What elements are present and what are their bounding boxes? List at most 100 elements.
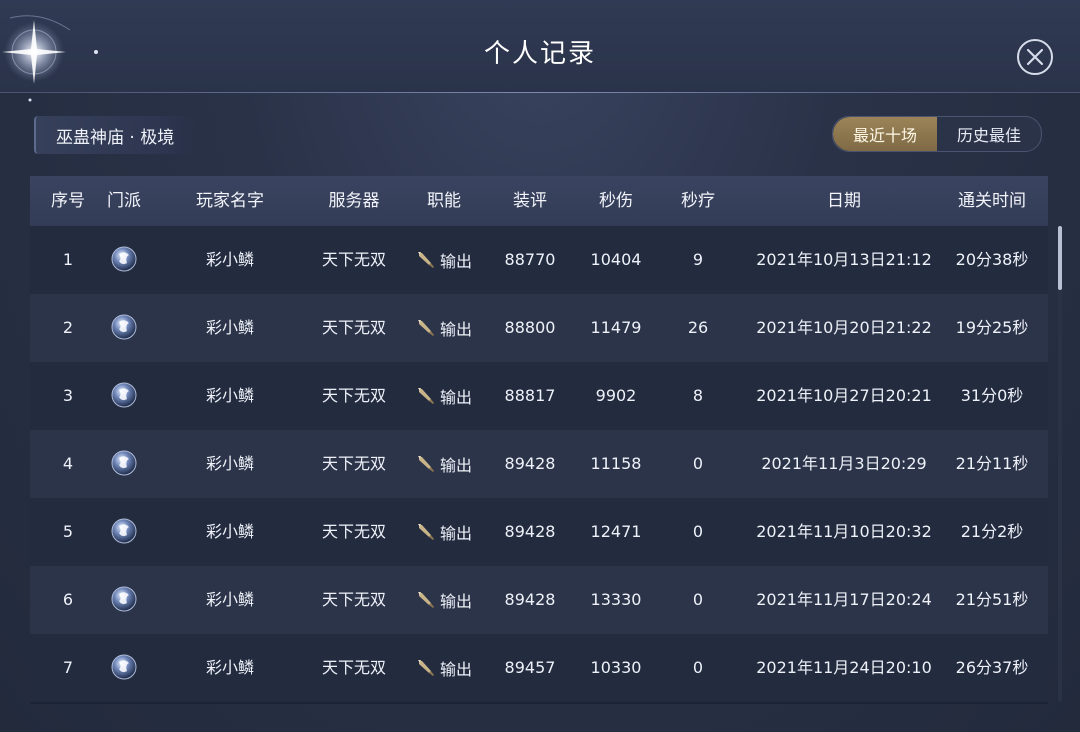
table-row[interactable]: 4 彩小鳞 天下无双 89428 11158 0 2021年11月3日20:29 21分11秒… xyxy=(30,430,1048,498)
table-row[interactable]: 2 彩小鳞 天下无双 88800 11479 26 2021年10月20日21:22 19分2… xyxy=(30,294,1048,362)
header-clear-time: 通关时间 xyxy=(958,191,1026,211)
table-row[interactable]: 3 彩小鳞 天下无双 88817 9902 8 2021年10月27日20:21 31分0秒 输… xyxy=(30,362,1048,430)
dagger-icon xyxy=(417,388,434,404)
cell-dps: 10330 xyxy=(590,658,642,677)
cell-role: 输出 xyxy=(416,634,472,702)
cell-role: 输出 xyxy=(416,362,472,430)
header-server: 服务器 xyxy=(328,191,380,211)
cell-hps: 0 xyxy=(692,658,704,677)
cell-index: 6 xyxy=(62,590,74,609)
table-row[interactable]: 6 彩小鳞 天下无双 89428 13330 0 2021年11月17日20:24 21分51… xyxy=(30,566,1048,634)
dungeon-label: 巫蛊神庙 · 极境 xyxy=(34,116,197,154)
cell-gear: 89428 xyxy=(504,454,556,473)
cell-index: 1 xyxy=(62,250,74,269)
cell-gear: 89428 xyxy=(504,522,556,541)
dagger-icon xyxy=(417,592,434,608)
header-sect: 门派 xyxy=(107,191,141,211)
cell-player: 彩小鳞 xyxy=(205,454,255,473)
toggle-history-best[interactable]: 历史最佳 xyxy=(937,117,1041,151)
scrollbar-thumb[interactable] xyxy=(1058,226,1062,290)
role-label: 输出 xyxy=(439,456,473,475)
cell-role: 输出 xyxy=(416,226,472,294)
sect-emblem-icon xyxy=(110,313,138,341)
cell-hps: 8 xyxy=(692,386,704,405)
role-label: 输出 xyxy=(439,252,473,271)
sect-emblem-icon xyxy=(110,585,138,613)
header-gear: 装评 xyxy=(513,191,547,211)
role-label: 输出 xyxy=(439,592,473,611)
cell-role: 输出 xyxy=(416,430,472,498)
cell-player: 彩小鳞 xyxy=(205,318,255,337)
cell-player: 彩小鳞 xyxy=(205,590,255,609)
cell-player: 彩小鳞 xyxy=(205,250,255,269)
cell-index: 2 xyxy=(62,318,74,337)
cell-date: 2021年11月17日20:24 xyxy=(756,590,932,609)
sect-emblem-icon xyxy=(110,245,138,273)
cell-index: 5 xyxy=(62,522,74,541)
header-role: 职能 xyxy=(427,191,461,211)
sect-emblem-icon xyxy=(110,381,138,409)
cell-server: 天下无双 xyxy=(321,590,387,609)
cell-gear: 88770 xyxy=(504,250,556,269)
table-header: 序号 门派 玩家名字 服务器 职能 装评 秒伤 秒疗 日期 通关时间 xyxy=(30,176,1048,226)
table-row[interactable]: 5 彩小鳞 天下无双 89428 12471 0 2021年11月10日20:32 21分2秒… xyxy=(30,498,1048,566)
record-filter-toggle: 最近十场 历史最佳 xyxy=(832,116,1042,152)
cell-role: 输出 xyxy=(416,294,472,362)
cell-server: 天下无双 xyxy=(321,386,387,405)
cell-player: 彩小鳞 xyxy=(205,658,255,677)
cell-date: 2021年11月24日20:10 xyxy=(756,658,932,677)
cell-index: 3 xyxy=(62,386,74,405)
header-date: 日期 xyxy=(827,191,861,211)
cell-hps: 9 xyxy=(692,250,704,269)
cell-clear-time: 26分37秒 xyxy=(955,658,1029,677)
cell-hps: 0 xyxy=(692,454,704,473)
cell-player: 彩小鳞 xyxy=(205,522,255,541)
dagger-icon xyxy=(417,524,434,540)
cell-dps: 9902 xyxy=(595,386,637,405)
close-icon[interactable] xyxy=(1015,37,1055,77)
cell-gear: 88800 xyxy=(504,318,556,337)
cell-role: 输出 xyxy=(416,566,472,634)
cell-role: 输出 xyxy=(416,498,472,566)
cell-player: 彩小鳞 xyxy=(205,386,255,405)
cell-dps: 12471 xyxy=(590,522,642,541)
cell-date: 2021年10月20日21:22 xyxy=(756,318,932,337)
header-dps: 秒伤 xyxy=(599,191,633,211)
cell-date: 2021年11月3日20:29 xyxy=(761,454,927,473)
cell-clear-time: 19分25秒 xyxy=(955,318,1029,337)
records-panel: 个人记录 巫蛊神庙 · 极境 最近十场 历史最佳 序号 门派 玩家名字 服务器 … xyxy=(0,0,1080,732)
toggle-recent-ten[interactable]: 最近十场 xyxy=(833,117,937,151)
cell-dps: 10404 xyxy=(590,250,642,269)
cell-clear-time: 21分11秒 xyxy=(955,454,1029,473)
role-label: 输出 xyxy=(439,320,473,339)
cell-server: 天下无双 xyxy=(321,658,387,677)
dagger-icon xyxy=(417,660,434,676)
cell-gear: 88817 xyxy=(504,386,556,405)
sect-emblem-icon xyxy=(110,653,138,681)
cell-clear-time: 21分51秒 xyxy=(955,590,1029,609)
page-title: 个人记录 xyxy=(483,39,596,69)
cell-clear-time: 31分0秒 xyxy=(960,386,1024,405)
table-scrollbar[interactable] xyxy=(1058,226,1062,702)
cell-dps: 11158 xyxy=(590,454,642,473)
cell-dps: 13330 xyxy=(590,590,642,609)
dagger-icon xyxy=(417,456,434,472)
cell-dps: 11479 xyxy=(590,318,642,337)
table-row[interactable]: 7 彩小鳞 天下无双 89457 10330 0 2021年11月24日20:10 26分37… xyxy=(30,634,1048,702)
cell-server: 天下无双 xyxy=(321,522,387,541)
cell-clear-time: 21分2秒 xyxy=(960,522,1024,541)
cell-hps: 26 xyxy=(687,318,709,337)
cell-date: 2021年10月27日20:21 xyxy=(756,386,932,405)
cell-date: 2021年11月10日20:32 xyxy=(756,522,932,541)
cell-gear: 89428 xyxy=(504,590,556,609)
cell-server: 天下无双 xyxy=(321,318,387,337)
table-row[interactable]: 1 彩小鳞 天下无双 88770 10404 9 2021年10月13日21:12 20分38… xyxy=(30,226,1048,294)
role-label: 输出 xyxy=(439,660,473,679)
role-label: 输出 xyxy=(439,524,473,543)
cell-server: 天下无双 xyxy=(321,454,387,473)
cell-index: 7 xyxy=(62,658,74,677)
header-index: 序号 xyxy=(51,191,85,211)
cell-index: 4 xyxy=(62,454,74,473)
cell-hps: 0 xyxy=(692,590,704,609)
sect-emblem-icon xyxy=(110,449,138,477)
